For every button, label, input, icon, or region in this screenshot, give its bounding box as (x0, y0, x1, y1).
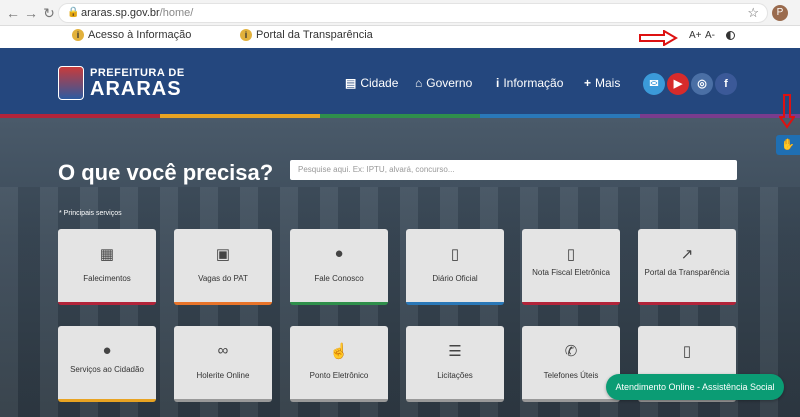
service-card-nota-fiscal[interactable]: ▯ Nota Fiscal Eletrônica (522, 229, 620, 305)
instagram-icon[interactable]: ◎ (691, 73, 713, 95)
link-icon: ∞ (217, 342, 229, 359)
list-icon: ☰ (448, 343, 462, 360)
font-increase-button[interactable]: A+ (689, 30, 702, 41)
menu-mais[interactable]: + Mais (584, 76, 620, 90)
coat-of-arms-icon (58, 66, 84, 100)
external-link-icon: ↗ (680, 246, 694, 263)
bookmark-star-icon[interactable]: ☆ (747, 5, 759, 21)
site-logo[interactable]: PREFEITURA DE ARARAS (58, 66, 185, 100)
phone-icon: ✆ (564, 343, 578, 360)
info-icon: i (240, 29, 252, 41)
service-card-licitacoes[interactable]: ☰ Licitações (406, 326, 504, 402)
accessibility-hand-icon[interactable]: ✋ (776, 135, 800, 155)
acesso-informacao-link[interactable]: i Acesso à Informação (72, 29, 191, 41)
briefcase-icon: ▣ (215, 246, 231, 263)
document-icon: ▯ (450, 246, 460, 263)
portal-transparencia-link[interactable]: i Portal da Transparência (240, 29, 373, 41)
menu-cidade[interactable]: ▤ Cidade (345, 76, 398, 90)
hand-pointer-icon: ☝ (329, 343, 349, 360)
service-card-telefones[interactable]: ✆ Telefones Úteis (522, 326, 620, 402)
email-icon[interactable]: ✉ (643, 73, 665, 95)
lock-icon: 🔒 (67, 7, 80, 18)
reload-icon[interactable]: ↻ (40, 4, 58, 22)
principais-servicos-label: * Principais serviços (59, 210, 122, 217)
facebook-icon[interactable]: f (715, 73, 737, 95)
grid-icon: ▦ (99, 246, 115, 263)
profile-avatar[interactable]: P (772, 5, 788, 21)
info-icon: i (496, 76, 500, 90)
service-card-ponto-eletronico[interactable]: ☝ Ponto Eletrônico (290, 326, 388, 402)
invoice-icon: ▯ (566, 246, 576, 263)
menu-governo[interactable]: ⌂ Governo (415, 76, 472, 90)
back-icon[interactable]: ← (4, 4, 22, 22)
address-bar[interactable]: 🔒 araras.sp.gov.br/home/ ☆ (58, 3, 768, 23)
user-icon: ● (102, 342, 112, 359)
service-card-servicos-cidadao[interactable]: ● Serviços ao Cidadão (58, 326, 156, 402)
url-text: araras.sp.gov.br/home/ (81, 7, 194, 19)
service-card-falecimentos[interactable]: ▦ Falecimentos (58, 229, 156, 305)
service-card-fale-conosco[interactable]: ● Fale Conosco (290, 229, 388, 305)
service-card-vagas-pat[interactable]: ▣ Vagas do PAT (174, 229, 272, 305)
annotation-arrow-down-icon (779, 94, 795, 129)
contrast-icon[interactable] (726, 31, 735, 40)
chat-button[interactable]: Atendimento Online - Assistência Social (606, 374, 784, 400)
document-icon: ▯ (682, 343, 692, 360)
forward-icon[interactable]: → (22, 4, 40, 22)
service-card-diario-oficial[interactable]: ▯ Diário Oficial (406, 229, 504, 305)
building-icon: ▤ (345, 76, 357, 90)
browser-toolbar: ← → ↻ 🔒 araras.sp.gov.br/home/ ☆ P (0, 0, 800, 26)
annotation-arrow-right-icon (639, 30, 678, 46)
font-decrease-button[interactable]: A- (705, 30, 715, 41)
plus-icon: + (584, 76, 592, 90)
service-card-portal-transparencia[interactable]: ↗ Portal da Transparência (638, 229, 736, 305)
top-links-bar: i Acesso à Informação i Portal da Transp… (0, 26, 800, 48)
menu-informacao[interactable]: i Informação (496, 76, 563, 90)
institution-icon: ⌂ (415, 76, 423, 90)
info-icon: i (72, 29, 84, 41)
search-input[interactable]: Pesquise aqui. Ex: IPTU, alvará, concurs… (290, 160, 737, 180)
page-headline: O que você precisa? (58, 160, 274, 185)
chat-icon: ● (334, 245, 344, 262)
service-card-holerite[interactable]: ∞ Holerite Online (174, 326, 272, 402)
youtube-icon[interactable]: ▶ (667, 73, 689, 95)
